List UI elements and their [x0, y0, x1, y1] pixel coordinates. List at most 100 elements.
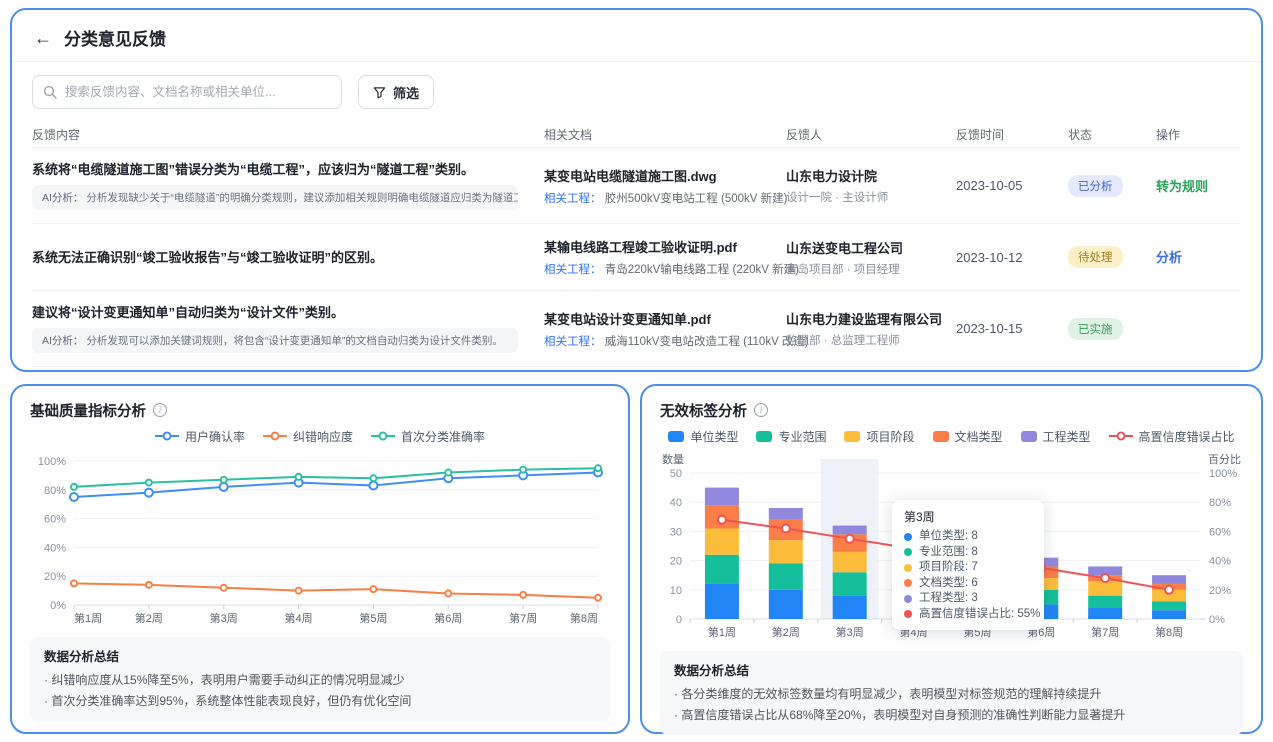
- svg-text:20%: 20%: [44, 571, 66, 583]
- svg-text:80%: 80%: [1209, 497, 1231, 509]
- ai-analysis-box: AI分析： 分析发现缺少关于“电缆隧道”的明确分类规则，建议添加相关规则明确电缆…: [32, 185, 518, 210]
- invalid-legend: 单位类型 专业范围 项目阶段 文档类型 工程类型 高置信度错误占比: [660, 426, 1243, 446]
- tooltip-item: 文档类型: 6: [904, 576, 1032, 592]
- info-icon[interactable]: i: [153, 403, 167, 417]
- doc-cell: 某输电线路工程竣工验收证明.pdf 相关工程： 青岛220kV输电线路工程 (2…: [544, 237, 786, 277]
- legend-item[interactable]: 高置信度错误占比: [1109, 428, 1235, 445]
- svg-text:60%: 60%: [1209, 526, 1231, 538]
- status-badge: 待处理: [1068, 246, 1123, 268]
- feedback-time: 2023-10-15: [956, 321, 1068, 336]
- feedback-text: 系统无法正确识别“竣工验收报告”与“竣工验收证明”的区别。: [32, 249, 518, 266]
- person-name: 山东电力建设监理有限公司: [786, 309, 956, 328]
- tooltip-item: 工程类型: 3: [904, 591, 1032, 607]
- legend-label: 专业范围: [778, 428, 826, 445]
- person-role: 青岛项目部 · 项目经理: [786, 261, 956, 277]
- status-badge: 已分析: [1068, 175, 1123, 197]
- legend-item[interactable]: 专业范围: [756, 428, 826, 445]
- quality-legend: 用户确认率 纠错响应度 首次分类准确率: [30, 426, 610, 446]
- svg-text:第5周: 第5周: [359, 611, 387, 625]
- related-project-label: 相关工程：: [544, 336, 602, 348]
- feedback-cell: 系统将“电缆隧道施工图”错误分类为“电缆工程”，应该归为“隧道工程”类别。 AI…: [32, 161, 544, 210]
- svg-text:百分比: 百分比: [1208, 453, 1241, 466]
- legend-swatch-icon: [933, 431, 949, 442]
- related-project: 胶州500kV变电站工程 (500kV 新建): [605, 193, 788, 205]
- tooltip-text: 高置信度错误占比: 55%: [919, 607, 1040, 623]
- doc-name: 某变电站设计变更通知单.pdf: [544, 309, 786, 328]
- info-icon[interactable]: i: [754, 403, 768, 417]
- legend-label: 工程类型: [1043, 428, 1091, 445]
- legend-swatch-icon: [844, 431, 860, 442]
- summary-bullet: 各分类维度的无效标签数量均有明显减少，表明模型对标签规范的理解持续提升: [674, 684, 1229, 705]
- legend-item[interactable]: 用户确认率: [155, 428, 245, 445]
- svg-text:第3周: 第3周: [210, 611, 238, 625]
- summary-bullet: 纠错响应度从15%降至5%，表明用户需要手动纠正的情况明显减少: [44, 670, 596, 691]
- legend-swatch-icon: [668, 431, 684, 442]
- related-project: 青岛220kV输电线路工程 (220kV 新建): [605, 264, 799, 276]
- search-input[interactable]: [65, 85, 331, 99]
- search-icon: [43, 85, 57, 99]
- table-row: 建议将“设计变更通知单”自动归类为“设计文件”类别。 AI分析： 分析发现可以添…: [32, 290, 1241, 366]
- col-header-doc: 相关文档: [544, 126, 786, 143]
- legend-item[interactable]: 文档类型: [933, 428, 1003, 445]
- invalid-summary: 数据分析总结 各分类维度的无效标签数量均有明显减少，表明模型对标签规范的理解持续…: [660, 651, 1243, 735]
- person-name: 山东送变电工程公司: [786, 238, 956, 257]
- legend-item[interactable]: 纠错响应度: [263, 428, 353, 445]
- invalid-chart-title: 无效标签分析: [660, 400, 747, 421]
- table-row: 系统将“电缆隧道施工图”错误分类为“电缆工程”，应该归为“隧道工程”类别。 AI…: [32, 147, 1241, 223]
- legend-item[interactable]: 首次分类准确率: [371, 428, 485, 445]
- person-role: 监理部 · 总监理工程师: [786, 332, 956, 348]
- person-role: 设计一院 · 主设计师: [786, 189, 956, 205]
- svg-text:0%: 0%: [50, 600, 66, 612]
- action-link[interactable]: 转为规则: [1156, 179, 1208, 194]
- filter-button[interactable]: 筛选: [358, 75, 434, 109]
- feedback-table: 反馈内容 相关文档 反馈人 反馈时间 状态 操作 系统将“电缆隧道施工图”错误分…: [12, 121, 1261, 372]
- line-marker-icon: [1109, 431, 1133, 441]
- svg-text:80%: 80%: [44, 485, 66, 497]
- svg-text:20%: 20%: [1209, 585, 1231, 597]
- col-header-person: 反馈人: [786, 126, 956, 143]
- tooltip-item: 专业范围: 8: [904, 545, 1032, 561]
- line-marker-icon: [263, 431, 287, 441]
- page-header: ← 分类意见反馈: [12, 10, 1261, 62]
- legend-swatch-icon: [756, 431, 772, 442]
- svg-text:0: 0: [676, 614, 682, 626]
- tooltip-dot-icon: [904, 548, 912, 556]
- tooltip-text: 专业范围: 8: [919, 545, 978, 561]
- legend-item[interactable]: 单位类型: [668, 428, 738, 445]
- svg-text:第1周: 第1周: [74, 611, 102, 625]
- doc-cell: 某变电站设计变更通知单.pdf 相关工程： 威海110kV变电站改造工程 (11…: [544, 309, 786, 349]
- svg-text:50: 50: [670, 468, 682, 480]
- tooltip-dot-icon: [904, 610, 912, 618]
- legend-item[interactable]: 项目阶段: [844, 428, 914, 445]
- chart-tooltip: 第3周 单位类型: 8专业范围: 8项目阶段: 7文档类型: 6工程类型: 3高…: [892, 500, 1044, 630]
- quality-chart-panel: 基础质量指标分析 i 用户确认率纠错响应度首次分类准确率 0%20%40%60%…: [10, 384, 630, 734]
- ai-analysis-box: AI分析： 分析发现可以添加关键词规则，将包含“设计变更通知单”的文档自动归类为…: [32, 328, 518, 353]
- tooltip-text: 工程类型: 3: [919, 591, 978, 607]
- back-icon[interactable]: ←: [34, 28, 52, 48]
- tooltip-item: 高置信度错误占比: 55%: [904, 607, 1032, 623]
- col-header-time: 反馈时间: [956, 126, 1068, 143]
- feedback-text: 系统将“电缆隧道施工图”错误分类为“电缆工程”，应该归为“隧道工程”类别。: [32, 161, 518, 178]
- action-link[interactable]: 分析: [1156, 250, 1182, 265]
- svg-text:第1周: 第1周: [708, 625, 736, 639]
- legend-label: 用户确认率: [185, 428, 245, 445]
- tooltip-title: 第3周: [904, 508, 1032, 525]
- quality-chart-title: 基础质量指标分析: [30, 400, 146, 421]
- person-cell: 山东送变电工程公司 青岛项目部 · 项目经理: [786, 238, 956, 277]
- legend-item[interactable]: 工程类型: [1021, 428, 1091, 445]
- svg-text:100%: 100%: [1209, 468, 1237, 480]
- tooltip-dot-icon: [904, 579, 912, 587]
- svg-text:第2周: 第2周: [135, 611, 163, 625]
- tooltip-item: 项目阶段: 7: [904, 560, 1032, 576]
- legend-label: 文档类型: [955, 428, 1003, 445]
- svg-text:第3周: 第3周: [836, 625, 864, 639]
- svg-text:60%: 60%: [44, 514, 66, 526]
- tooltip-text: 文档类型: 6: [919, 576, 978, 592]
- ai-analysis-label: AI分析：: [42, 192, 83, 204]
- related-project-label: 相关工程：: [544, 264, 602, 276]
- svg-text:100%: 100%: [38, 456, 66, 468]
- col-header-content: 反馈内容: [32, 126, 544, 143]
- search-box[interactable]: [32, 75, 342, 109]
- ai-analysis-text: 分析发现可以添加关键词规则，将包含“设计变更通知单”的文档自动归类为设计文件类别…: [86, 335, 503, 347]
- tooltip-dot-icon: [904, 564, 912, 572]
